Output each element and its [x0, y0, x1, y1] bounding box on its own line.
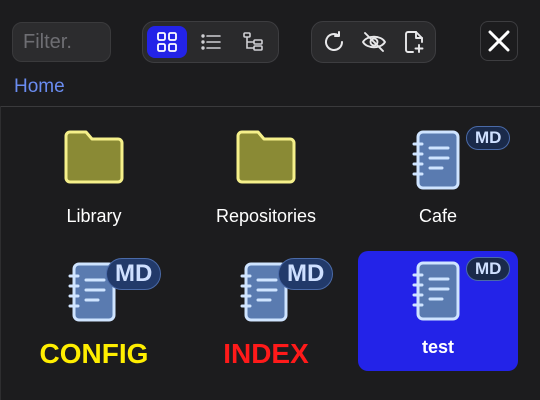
- file-name: test: [421, 337, 454, 357]
- file-name: Library: [66, 206, 122, 226]
- toggle-hidden-button[interactable]: [354, 26, 394, 58]
- file-item-library[interactable]: Library: [14, 120, 174, 240]
- md-badge: MD: [466, 126, 511, 150]
- file-name: CONFIG: [39, 338, 149, 369]
- list-view-button[interactable]: [191, 26, 231, 58]
- new-file-button[interactable]: [394, 26, 434, 58]
- md-badge: MD: [106, 258, 162, 290]
- divider: [0, 106, 540, 107]
- file-item-cafe[interactable]: MD Cafe: [358, 120, 518, 240]
- folder-icon: [64, 130, 124, 184]
- actions-group: [311, 21, 436, 63]
- tree-view-icon: [243, 32, 263, 51]
- md-badge: MD: [278, 258, 334, 290]
- divider: [0, 106, 1, 400]
- file-item-test[interactable]: MD test: [358, 251, 518, 371]
- file-name: Repositories: [215, 206, 317, 226]
- md-badge: MD: [466, 257, 511, 281]
- file-item-repositories[interactable]: Repositories: [186, 120, 346, 240]
- toolbar: [0, 0, 540, 70]
- breadcrumb-home[interactable]: Home: [14, 76, 65, 98]
- refresh-button[interactable]: [314, 26, 354, 58]
- file-name: Cafe: [418, 206, 458, 226]
- close-button[interactable]: [480, 21, 518, 61]
- filter-input[interactable]: [12, 22, 111, 62]
- eye-off-icon: [362, 32, 386, 52]
- new-file-icon: [405, 31, 424, 53]
- notebook-icon: [412, 130, 460, 190]
- tree-view-button[interactable]: [233, 26, 273, 58]
- list-view-icon: [201, 34, 221, 50]
- file-item-config[interactable]: MD CONFIG: [14, 252, 174, 372]
- grid-view-icon: [157, 32, 177, 52]
- grid-view-button[interactable]: [147, 26, 187, 58]
- refresh-icon: [325, 31, 343, 51]
- file-name: INDEX: [223, 338, 309, 369]
- notebook-icon: [412, 261, 460, 321]
- close-icon: [488, 30, 510, 52]
- file-item-index[interactable]: MD INDEX: [186, 252, 346, 372]
- view-mode-group: [142, 21, 279, 63]
- folder-icon: [236, 130, 296, 184]
